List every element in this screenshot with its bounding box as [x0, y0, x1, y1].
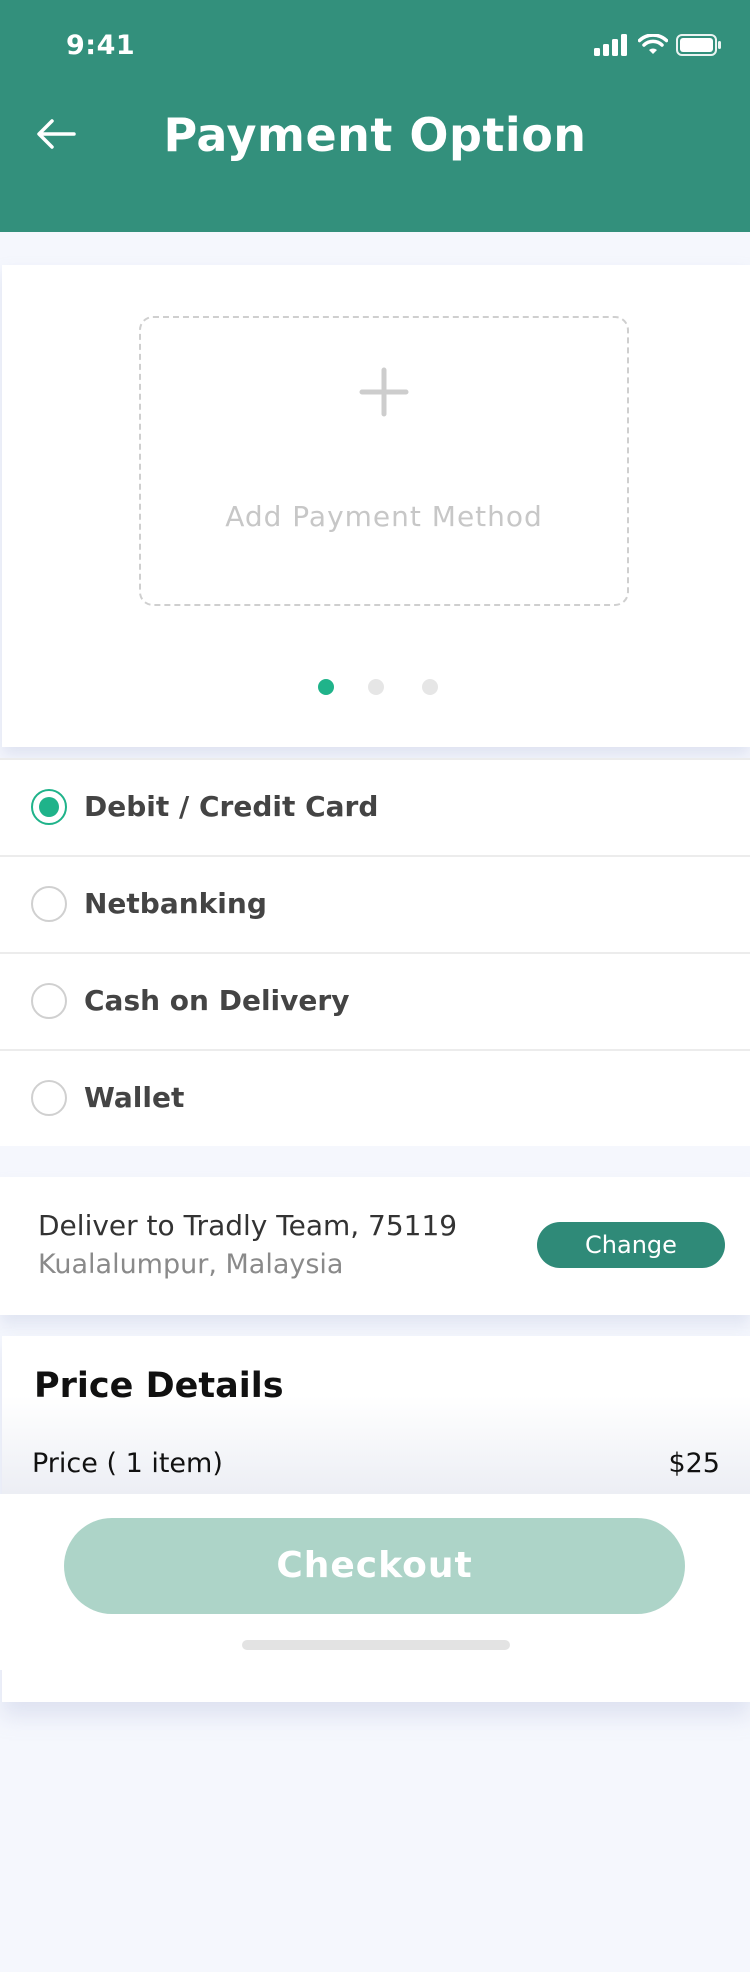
radio-button-selected[interactable]	[31, 789, 67, 825]
delivery-address-line2: Kualalumpur, Malaysia	[38, 1249, 344, 1280]
status-time: 9:41	[66, 30, 136, 61]
change-address-button[interactable]: Change	[537, 1222, 725, 1268]
payment-option-debit-credit-card[interactable]: Debit / Credit Card	[0, 758, 750, 857]
radio-button[interactable]	[31, 1080, 67, 1116]
radio-button[interactable]	[31, 983, 67, 1019]
payment-option-label: Cash on Delivery	[84, 984, 350, 1017]
payment-option-netbanking[interactable]: Netbanking	[0, 857, 750, 954]
payment-option-wallet[interactable]: Wallet	[0, 1051, 750, 1146]
app-header: 9:41 Payment Option	[0, 0, 750, 232]
delivery-address-line1: Deliver to Tradly Team, 75119	[38, 1209, 458, 1242]
delivery-address-section: Deliver to Tradly Team, 75119 Kualalumpu…	[0, 1177, 750, 1315]
home-indicator	[242, 1640, 510, 1650]
payment-option-label: Netbanking	[84, 887, 267, 920]
checkout-button[interactable]: Checkout	[64, 1518, 685, 1614]
payment-option-label: Wallet	[84, 1081, 185, 1114]
add-payment-method-button[interactable]: Add Payment Method	[139, 316, 629, 606]
pager-dot-2[interactable]	[368, 679, 384, 695]
price-details-title: Price Details	[34, 1366, 284, 1406]
carousel-pager	[2, 679, 750, 699]
payment-options-list: Debit / Credit Card Netbanking Cash on D…	[0, 758, 750, 1146]
payment-card-carousel: Add Payment Method	[2, 265, 750, 747]
wifi-icon	[638, 34, 668, 54]
battery-icon	[676, 34, 721, 56]
radio-button[interactable]	[31, 886, 67, 922]
cellular-signal-icon	[594, 34, 627, 56]
payment-option-label: Debit / Credit Card	[84, 790, 379, 823]
checkout-bar: Checkout	[0, 1494, 750, 1670]
pager-dot-3[interactable]	[422, 679, 438, 695]
page-title: Payment Option	[163, 108, 587, 162]
add-payment-method-label: Add Payment Method	[225, 500, 543, 533]
price-row-value: $25	[668, 1448, 720, 1479]
status-icons	[594, 34, 722, 56]
payment-option-cash-on-delivery[interactable]: Cash on Delivery	[0, 954, 750, 1051]
pager-dot-1[interactable]	[318, 679, 334, 695]
plus-icon	[141, 358, 627, 428]
price-row-label: Price ( 1 item)	[32, 1448, 223, 1479]
